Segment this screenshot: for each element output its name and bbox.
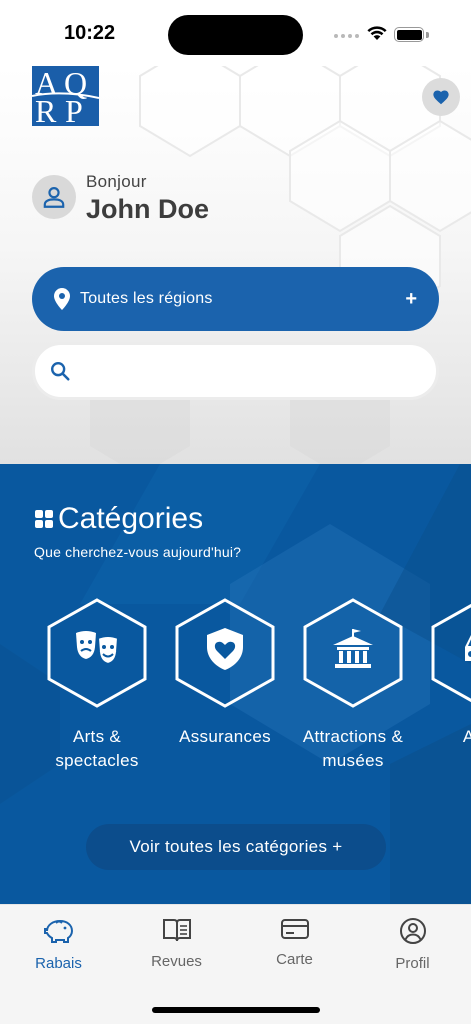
tab-label: Profil bbox=[395, 955, 430, 972]
categories-title: Catégories bbox=[58, 502, 204, 535]
tab-revues[interactable]: Revues bbox=[118, 917, 235, 987]
battery-cap bbox=[426, 32, 429, 38]
favorites-button[interactable] bbox=[422, 78, 460, 116]
tab-label: Carte bbox=[276, 951, 313, 968]
category-label: Arts & spectacles bbox=[55, 727, 139, 770]
categories-subtitle: Que cherchez-vous aujourd'hui? bbox=[34, 544, 242, 560]
aqrp-logo: A Q R P bbox=[32, 66, 99, 126]
heart-icon bbox=[433, 90, 449, 105]
search-field[interactable] bbox=[32, 342, 439, 400]
avatar[interactable] bbox=[32, 175, 76, 219]
status-time: 10:22 bbox=[64, 22, 116, 44]
museum-icon bbox=[329, 625, 377, 673]
user-name: John Doe bbox=[86, 194, 210, 224]
home-header: A Q R P Bonjour John Doe Toutes les régi… bbox=[0, 66, 471, 464]
categories-section: Catégories Que cherchez-vous aujourd'hui… bbox=[0, 464, 471, 904]
car-icon bbox=[457, 625, 471, 673]
logo-swoosh bbox=[32, 92, 99, 99]
tab-carte[interactable]: Carte bbox=[236, 917, 353, 987]
greeting-text: Bonjour bbox=[86, 172, 147, 191]
grid-icon bbox=[35, 510, 53, 528]
home-indicator bbox=[152, 1007, 320, 1013]
card-icon bbox=[280, 919, 309, 939]
category-label: Assurances bbox=[179, 727, 271, 746]
tab-rabais[interactable]: Rabais bbox=[0, 917, 117, 987]
tab-profil[interactable]: Profil bbox=[354, 917, 471, 987]
category-label: Auto bbox=[462, 727, 471, 746]
region-add-icon: + bbox=[405, 287, 417, 310]
dynamic-island bbox=[168, 15, 303, 55]
categories-carousel[interactable]: Arts & spectacles Assurances Attractions… bbox=[0, 597, 471, 777]
open-book-icon bbox=[162, 919, 191, 942]
category-auto[interactable]: Auto bbox=[421, 597, 471, 777]
battery-icon bbox=[394, 27, 424, 42]
tab-bar: Rabais Revues Carte Profil bbox=[0, 904, 471, 1024]
wifi-icon bbox=[367, 26, 387, 40]
piggy-bank-icon bbox=[43, 919, 73, 943]
category-attractions-musees[interactable]: Attractions & musées bbox=[293, 597, 413, 777]
region-selector[interactable]: Toutes les régions + bbox=[32, 267, 439, 331]
category-arts-spectacles[interactable]: Arts & spectacles bbox=[37, 597, 157, 777]
cellular-signal-icon bbox=[334, 34, 359, 38]
location-pin-icon bbox=[54, 288, 70, 310]
see-all-categories-button[interactable]: Voir toutes les catégories + bbox=[86, 824, 386, 870]
tab-label: Rabais bbox=[35, 955, 82, 972]
profile-icon bbox=[399, 918, 426, 944]
search-input[interactable] bbox=[79, 351, 422, 391]
region-selector-label: Toutes les régions bbox=[80, 290, 213, 307]
category-assurances[interactable]: Assurances bbox=[165, 597, 285, 777]
tab-label: Revues bbox=[151, 953, 202, 970]
theater-masks-icon bbox=[73, 625, 121, 673]
heart-shield-icon bbox=[201, 625, 249, 673]
category-label: Attractions & musées bbox=[302, 727, 404, 770]
person-icon bbox=[43, 187, 65, 208]
status-bar: 10:22 bbox=[0, 0, 471, 66]
search-icon bbox=[51, 362, 70, 381]
categories-header: Catégories bbox=[34, 502, 203, 536]
